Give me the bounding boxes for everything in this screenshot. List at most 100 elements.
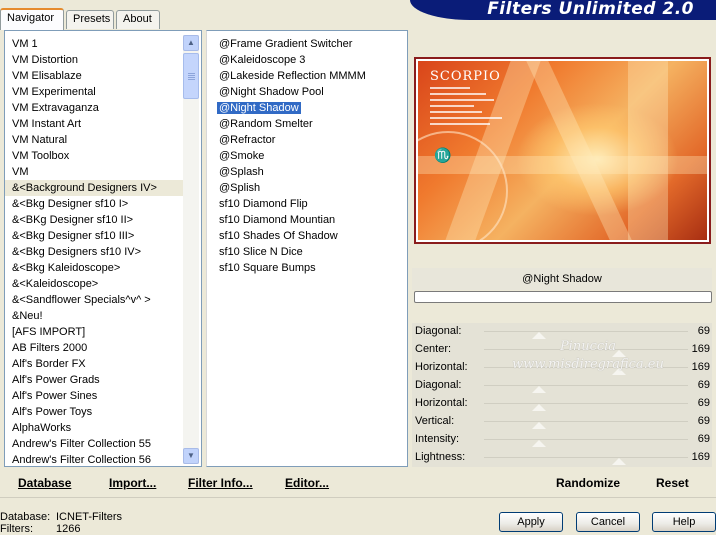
category-item[interactable]: Alf's Power Sines bbox=[5, 388, 185, 404]
filter-item[interactable]: @Night Shadow bbox=[207, 100, 407, 116]
slider-thumb[interactable] bbox=[532, 422, 547, 429]
category-item[interactable]: VM Elisablaze bbox=[5, 68, 185, 84]
parameter-label: Horizontal: bbox=[415, 397, 468, 409]
database-label: Database: bbox=[0, 511, 51, 523]
slider-track[interactable] bbox=[484, 403, 688, 404]
slider-track[interactable] bbox=[484, 439, 688, 440]
parameter-slider[interactable]: Vertical: 69 bbox=[412, 413, 712, 431]
category-item[interactable]: VM Instant Art bbox=[5, 116, 185, 132]
apply-button[interactable]: Apply bbox=[499, 512, 563, 532]
category-item[interactable]: VM 1 bbox=[5, 36, 185, 52]
scroll-down-button[interactable]: ▼ bbox=[183, 448, 199, 464]
parameter-slider[interactable]: Horizontal: 169 bbox=[412, 359, 712, 377]
slider-track[interactable] bbox=[484, 367, 688, 368]
filter-item[interactable]: @Smoke bbox=[207, 148, 407, 164]
filter-list[interactable]: @Frame Gradient Switcher @Kaleidoscope 3 @… bbox=[206, 30, 408, 467]
filter-item-label: sf10 Diamond Mountian bbox=[219, 214, 336, 226]
category-item[interactable]: &Neu! bbox=[5, 308, 185, 324]
category-item[interactable]: Alf's Power Grads bbox=[5, 372, 185, 388]
slider-thumb[interactable] bbox=[611, 350, 626, 357]
filter-item[interactable]: @Frame Gradient Switcher bbox=[207, 36, 407, 52]
category-item[interactable]: &<BKg Designer sf10 II> bbox=[5, 212, 185, 228]
import-button[interactable]: Import... bbox=[109, 476, 156, 490]
category-item[interactable]: &<Kaleidoscope> bbox=[5, 276, 185, 292]
filter-items: @Frame Gradient Switcher @Kaleidoscope 3 @… bbox=[207, 31, 407, 276]
filter-item[interactable]: @Refractor bbox=[207, 132, 407, 148]
parameter-slider[interactable]: Diagonal: 69 bbox=[412, 377, 712, 395]
cancel-button[interactable]: Cancel bbox=[576, 512, 640, 532]
button-bar: Database Import... Filter Info... Editor… bbox=[0, 469, 716, 497]
category-item[interactable]: &<Bkg Designers sf10 IV> bbox=[5, 244, 185, 260]
category-item[interactable]: Andrew's Filter Collection 55 bbox=[5, 436, 185, 452]
filter-item[interactable]: sf10 Shades Of Shadow bbox=[207, 228, 407, 244]
database-value: ICNET-Filters bbox=[56, 511, 122, 523]
category-item[interactable]: [AFS IMPORT] bbox=[5, 324, 185, 340]
filter-item[interactable]: sf10 Diamond Mountian bbox=[207, 212, 407, 228]
filter-item[interactable]: @Random Smelter bbox=[207, 116, 407, 132]
parameter-slider[interactable]: Lightness: 169 bbox=[412, 449, 712, 467]
category-item[interactable]: VM bbox=[5, 164, 185, 180]
tab-about[interactable]: About bbox=[116, 10, 160, 29]
tab-presets[interactable]: Presets bbox=[66, 10, 114, 29]
slider-track[interactable] bbox=[484, 421, 688, 422]
filter-item[interactable]: @Kaleidoscope 3 bbox=[207, 52, 407, 68]
filter-info-button[interactable]: Filter Info... bbox=[188, 476, 253, 490]
category-list[interactable]: VM 1 VM Distortion VM Elisablaze VM Experim… bbox=[4, 30, 202, 467]
scroll-up-button[interactable]: ▲ bbox=[183, 35, 199, 51]
slider-thumb[interactable] bbox=[532, 440, 547, 447]
filter-item[interactable]: @Splash bbox=[207, 164, 407, 180]
scroll-thumb[interactable] bbox=[183, 53, 199, 99]
tab-navigator[interactable]: Navigator bbox=[0, 8, 64, 30]
parameter-value: 169 bbox=[691, 451, 710, 463]
filters-count-label: Filters: bbox=[0, 523, 33, 535]
category-item[interactable]: VM Distortion bbox=[5, 52, 185, 68]
slider-thumb[interactable] bbox=[532, 386, 547, 393]
app-title: Filters Unlimited 2.0 bbox=[487, 0, 694, 19]
parameter-value: 169 bbox=[691, 343, 710, 355]
randomize-button[interactable]: Randomize bbox=[556, 476, 620, 490]
parameter-panel: Diagonal: 69 Center: 169 Horizontal: 169 Diago… bbox=[412, 323, 712, 467]
category-item[interactable]: Andrew's Filter Collection 56 bbox=[5, 452, 185, 468]
filter-item[interactable]: @Lakeside Reflection MMMM bbox=[207, 68, 407, 84]
editor-button[interactable]: Editor... bbox=[285, 476, 329, 490]
filter-item[interactable]: sf10 Diamond Flip bbox=[207, 196, 407, 212]
filter-item[interactable]: sf10 Square Bumps bbox=[207, 260, 407, 276]
category-item[interactable]: VM Toolbox bbox=[5, 148, 185, 164]
category-item[interactable]: &<Bkg Kaleidoscope> bbox=[5, 260, 185, 276]
parameter-slider[interactable]: Horizontal: 69 bbox=[412, 395, 712, 413]
slider-thumb[interactable] bbox=[532, 332, 547, 339]
parameter-slider[interactable]: Diagonal: 69 bbox=[412, 323, 712, 341]
category-item[interactable]: VM Natural bbox=[5, 132, 185, 148]
slider-thumb[interactable] bbox=[611, 368, 626, 375]
parameter-slider[interactable]: Intensity: 69 bbox=[412, 431, 712, 449]
slider-track[interactable] bbox=[484, 349, 688, 350]
slider-track[interactable] bbox=[484, 385, 688, 386]
category-item[interactable]: AB Filters 2000 bbox=[5, 340, 185, 356]
slider-track[interactable] bbox=[484, 331, 688, 332]
filter-item[interactable]: @Splish bbox=[207, 180, 407, 196]
category-item[interactable]: &<Sandflower Specials^v^ > bbox=[5, 292, 185, 308]
filter-item-label: @Lakeside Reflection MMMM bbox=[219, 70, 366, 82]
category-item[interactable]: &<Bkg Designer sf10 III> bbox=[5, 228, 185, 244]
category-item[interactable]: AlphaWorks bbox=[5, 420, 185, 436]
filter-item[interactable]: sf10 Slice N Dice bbox=[207, 244, 407, 260]
category-item[interactable]: &<Background Designers IV> bbox=[5, 180, 185, 196]
help-button[interactable]: Help bbox=[652, 512, 716, 532]
reset-button[interactable]: Reset bbox=[656, 476, 689, 490]
filter-item-label: @Night Shadow bbox=[217, 102, 301, 114]
category-scrollbar[interactable]: ▲ ▼ bbox=[183, 35, 199, 464]
filter-item-label: @Splash bbox=[219, 166, 264, 178]
filter-item-label: @Splish bbox=[219, 182, 261, 194]
category-item[interactable]: Alf's Power Toys bbox=[5, 404, 185, 420]
slider-thumb[interactable] bbox=[611, 458, 626, 465]
category-item[interactable]: VM Extravaganza bbox=[5, 100, 185, 116]
category-item[interactable]: &<Bkg Designer sf10 I> bbox=[5, 196, 185, 212]
filter-item[interactable]: @Night Shadow Pool bbox=[207, 84, 407, 100]
slider-track[interactable] bbox=[484, 457, 688, 458]
category-item[interactable]: Alf's Border FX bbox=[5, 356, 185, 372]
database-button[interactable]: Database bbox=[18, 476, 71, 490]
category-item[interactable]: VM Experimental bbox=[5, 84, 185, 100]
filter-item-label: sf10 Square Bumps bbox=[219, 262, 316, 274]
slider-thumb[interactable] bbox=[532, 404, 547, 411]
parameter-slider[interactable]: Center: 169 bbox=[412, 341, 712, 359]
